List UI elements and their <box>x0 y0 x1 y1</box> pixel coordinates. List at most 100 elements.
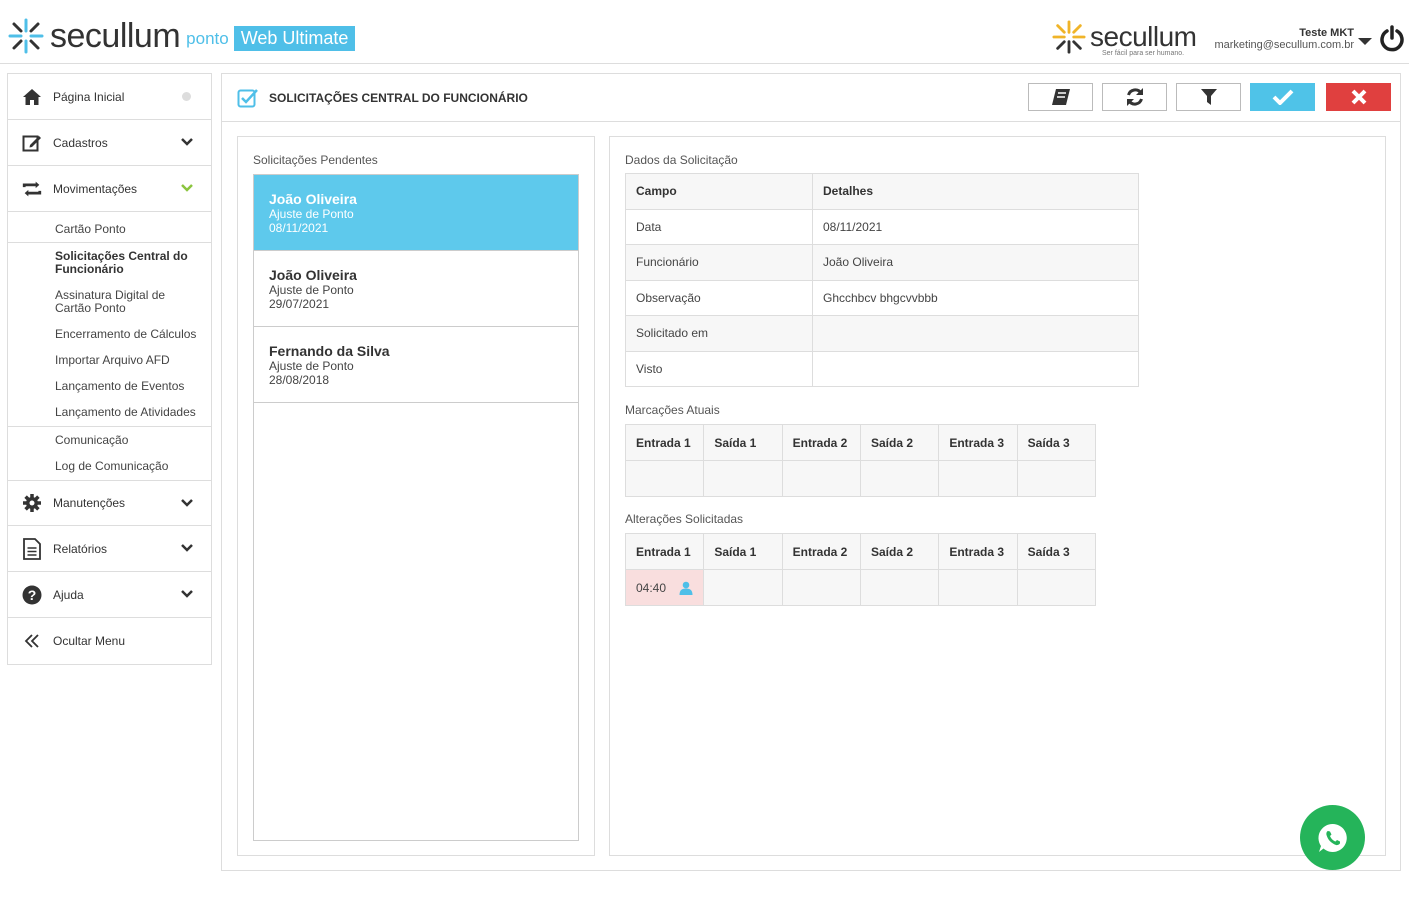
filter-button[interactable] <box>1176 83 1241 111</box>
details-table: Campo Detalhes Data 08/11/2021 Funcionár… <box>625 173 1139 387</box>
request-date: 28/08/2018 <box>269 373 330 387</box>
requested-changes-table: Entrada 1 Saída 1 Entrada 2 Saída 2 Entr… <box>624 533 1097 606</box>
exchange-icon <box>21 178 43 200</box>
top-bar: secullum ponto Web Ultimate secullum Ser… <box>0 0 1409 64</box>
field-value: 08/11/2021 <box>812 208 1139 245</box>
page-title: SOLICITAÇÕES CENTRAL DO FUNCIONÁRIO <box>269 91 528 105</box>
requests-list[interactable]: João Oliveira Ajuste de Ponto 08/11/2021… <box>253 174 579 841</box>
column-header: Saída 2 <box>859 424 940 461</box>
punch-cell <box>1016 569 1097 606</box>
request-details-panel: Dados da Solicitação Campo Detalhes Data… <box>609 136 1386 856</box>
book-button[interactable] <box>1028 83 1093 111</box>
submenu-item-lancamento-atividades[interactable]: Lançamento de Atividades <box>8 399 211 426</box>
field-name: Solicitado em <box>625 315 813 352</box>
submenu-item-lancamento-eventos[interactable]: Lançamento de Eventos <box>8 373 211 399</box>
submenu-item-assinatura-digital[interactable]: Assinatura Digital de Cartão Ponto <box>8 282 211 321</box>
request-type: Ajuste de Ponto <box>269 359 354 373</box>
request-type: Ajuste de Ponto <box>269 207 354 221</box>
checkbox-checked-icon <box>237 89 258 108</box>
sidebar-item-home[interactable]: Página Inicial <box>8 74 211 120</box>
punch-cell <box>859 569 940 606</box>
reject-button[interactable] <box>1326 83 1391 111</box>
sidebar-item-label: Ajuda <box>53 587 84 602</box>
book-icon <box>1051 89 1070 105</box>
list-item[interactable]: Fernando da Silva Ajuste de Ponto 28/08/… <box>254 327 578 403</box>
submenu-item-encerramento[interactable]: Encerramento de Cálculos <box>8 321 211 347</box>
approve-button[interactable] <box>1250 83 1315 111</box>
submenu-item-solicitacoes[interactable]: Solicitações Central do Funcionário <box>8 243 211 282</box>
list-item[interactable]: João Oliveira Ajuste de Ponto 29/07/2021 <box>254 251 578 327</box>
submenu-item-cartao-ponto[interactable]: Cartão Ponto <box>8 217 211 242</box>
edit-icon <box>21 132 43 154</box>
main-panel: SOLICITAÇÕES CENTRAL DO FUNCIONÁRIO Soli… <box>221 73 1401 871</box>
sidebar-item-ajuda[interactable]: ? Ajuda <box>8 572 211 618</box>
punch-cell-changed[interactable]: 04:40 <box>624 569 705 606</box>
column-header: Entrada 1 <box>624 533 705 570</box>
column-header: Saída 3 <box>1016 533 1097 570</box>
refresh-button[interactable] <box>1102 83 1167 111</box>
svg-text:?: ? <box>28 587 37 603</box>
user-email: marketing@secullum.com.br <box>1214 39 1354 51</box>
punch-cell <box>938 460 1018 497</box>
power-icon[interactable] <box>1379 25 1405 53</box>
brand-logo-right: secullum <box>1052 20 1197 54</box>
logo-ponto: ponto <box>186 29 229 48</box>
check-icon <box>1272 89 1293 105</box>
user-menu-caret-icon[interactable] <box>1358 38 1372 45</box>
column-header: Campo <box>625 173 813 210</box>
request-name: João Oliveira <box>269 267 357 283</box>
column-header: Saída 1 <box>703 533 783 570</box>
sidebar-item-cadastros[interactable]: Cadastros <box>8 120 211 166</box>
column-header: Entrada 1 <box>624 424 705 461</box>
column-header: Entrada 2 <box>781 533 861 570</box>
pending-requests-label: Solicitações Pendentes <box>253 153 378 167</box>
user-icon <box>679 581 693 595</box>
request-type: Ajuste de Ponto <box>269 283 354 297</box>
home-icon <box>21 86 43 108</box>
punch-cell <box>781 460 861 497</box>
submenu-item-comunicacao[interactable]: Comunicação <box>8 427 211 453</box>
list-item[interactable]: João Oliveira Ajuste de Ponto 08/11/2021 <box>254 175 578 251</box>
punch-cell <box>624 460 705 497</box>
logo-word: secullum <box>50 17 181 55</box>
refresh-icon <box>1126 88 1143 106</box>
brand-tagline: Ser fácil para ser humano. <box>1102 50 1185 57</box>
field-value: João Oliveira <box>812 244 1139 281</box>
secullum-star-icon <box>1052 20 1086 54</box>
requested-time: 04:40 <box>636 580 667 595</box>
pending-requests-panel: Solicitações Pendentes João Oliveira Aju… <box>237 136 595 856</box>
sidebar-item-movimentacoes[interactable]: Movimentações <box>8 166 211 212</box>
submenu-item-log-comunicacao[interactable]: Log de Comunicação <box>8 453 211 480</box>
field-name: Observação <box>625 279 813 316</box>
sidebar: Página Inicial Cadastros Movimentações C… <box>7 73 212 665</box>
sidebar-item-relatorios[interactable]: Relatórios <box>8 526 211 572</box>
punch-cell <box>1016 460 1097 497</box>
column-header: Entrada 3 <box>938 424 1018 461</box>
punch-cell <box>703 460 783 497</box>
whatsapp-icon <box>1317 823 1347 852</box>
sidebar-item-ocultar-menu[interactable]: Ocultar Menu <box>8 618 211 664</box>
table-row: 04:40 <box>624 569 1097 606</box>
request-name: João Oliveira <box>269 191 357 207</box>
details-label: Dados da Solicitação <box>625 153 738 167</box>
sidebar-item-manutencoes[interactable]: Manutenções <box>8 480 211 526</box>
sidebar-item-label: Ocultar Menu <box>53 634 126 648</box>
submenu-item-importar-afd[interactable]: Importar Arquivo AFD <box>8 347 211 373</box>
field-name: Data <box>625 208 813 245</box>
sidebar-item-label: Relatórios <box>53 541 108 556</box>
user-info[interactable]: Teste MKT marketing@secullum.com.br <box>1208 27 1354 51</box>
current-punches-label: Marcações Atuais <box>625 403 720 417</box>
request-date: 29/07/2021 <box>269 297 330 311</box>
request-date: 08/11/2021 <box>269 221 329 235</box>
field-value <box>812 315 1139 352</box>
filter-icon <box>1200 89 1217 105</box>
table-row: Visto <box>625 350 1139 387</box>
chevron-down-icon <box>181 138 193 146</box>
user-name: Teste MKT <box>1299 27 1354 39</box>
app-logo[interactable]: secullum ponto Web Ultimate <box>8 17 356 55</box>
column-header: Entrada 3 <box>938 533 1018 570</box>
whatsapp-button[interactable] <box>1300 805 1365 870</box>
sidebar-item-label: Cadastros <box>53 135 108 150</box>
sidebar-item-label: Manutenções <box>53 496 126 510</box>
table-row: Solicitado em <box>625 315 1139 352</box>
